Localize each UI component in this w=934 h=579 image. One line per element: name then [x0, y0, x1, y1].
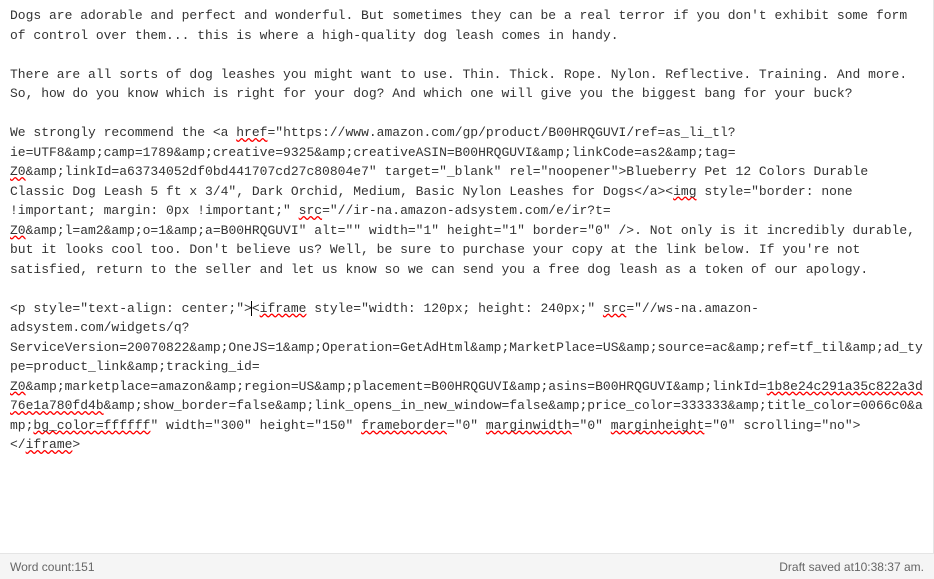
paragraph-1: Dogs are adorable and perfect and wonder…: [10, 8, 915, 43]
paragraph-4-part-a: <p style="text-align: center;">: [10, 301, 252, 316]
paragraph-4-part-k: >: [72, 437, 80, 452]
spell-error-z0-c: Z0: [10, 379, 26, 394]
paragraph-4-part-e: &amp;marketplace=amazon&amp;region=US&am…: [26, 379, 767, 394]
spell-error-src-a: src: [299, 203, 322, 218]
paragraph-4-part-i: ="0": [572, 418, 611, 433]
paragraph-4-part-c: style="width: 120px; height: 240px;": [306, 301, 602, 316]
status-bar: Word count: 151 Draft saved at 10:38:37 …: [0, 553, 934, 579]
spell-error-frameborder: frameborder: [361, 418, 447, 433]
paragraph-3-part-e: ="//ir-na.amazon-adsystem.com/e/ir?t=: [322, 203, 611, 218]
draft-saved-label: Draft saved at: [779, 558, 854, 576]
spell-error-marginheight: marginheight: [611, 418, 705, 433]
word-count-label: Word count:: [10, 558, 74, 576]
draft-saved-status: Draft saved at 10:38:37 am.: [779, 558, 924, 576]
paragraph-3-part-f: &amp;l=am2&amp;o=1&amp;a=B00HRQGUVI" alt…: [10, 223, 923, 277]
paragraph-4-part-g: " width="300" height="150": [150, 418, 361, 433]
paragraph-4-part-h: ="0": [447, 418, 486, 433]
word-count[interactable]: Word count: 151: [10, 558, 95, 576]
code-editor-pane[interactable]: Dogs are adorable and perfect and wonder…: [0, 0, 934, 553]
paragraph-4-part-b: <: [252, 301, 260, 316]
spell-error-z0-b: Z0: [10, 223, 26, 238]
spell-error-marginwidth: marginwidth: [486, 418, 572, 433]
draft-saved-time: 10:38:37 am.: [854, 558, 924, 576]
spell-error-z0-a: Z0: [10, 164, 26, 179]
paragraph-3-part-a: We strongly recommend the <a: [10, 125, 236, 140]
spell-error-src-b: src: [603, 301, 626, 316]
word-count-value: 151: [74, 558, 94, 576]
spell-error-iframe-close: iframe: [26, 437, 73, 452]
code-editor-content[interactable]: Dogs are adorable and perfect and wonder…: [10, 6, 923, 547]
spell-error-iframe: iframe: [260, 301, 307, 316]
paragraph-2: There are all sorts of dog leashes you m…: [10, 67, 915, 102]
spell-error-img: img: [673, 184, 696, 199]
spell-error-href: href: [236, 125, 267, 140]
spell-error-bgcolor: bg_color=ffffff: [33, 418, 150, 433]
